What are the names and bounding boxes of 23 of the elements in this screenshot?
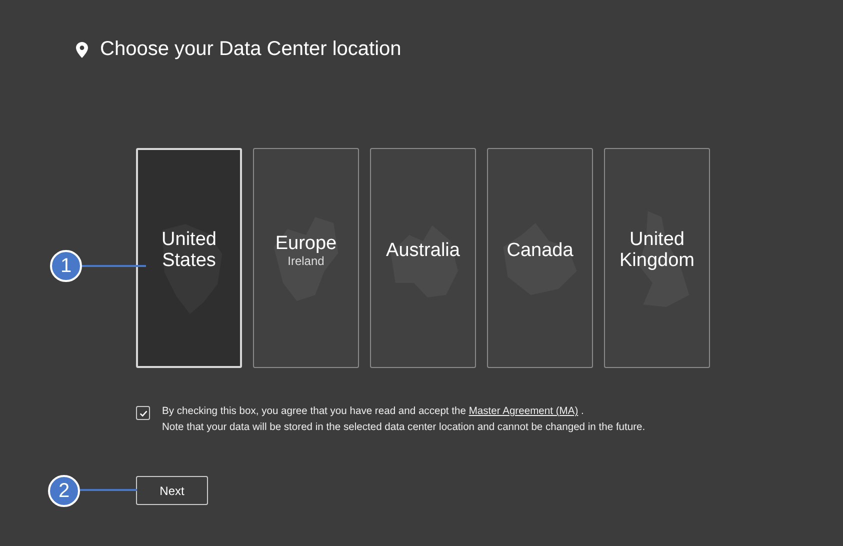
location-name: Australia	[386, 240, 460, 260]
callout-badge: 1	[50, 250, 82, 282]
master-agreement-link[interactable]: Master Agreement (MA)	[468, 406, 578, 417]
location-pin-icon	[76, 42, 88, 58]
location-card[interactable]: United Kingdom	[604, 148, 710, 368]
leader-line	[80, 489, 137, 491]
location-name: Canada	[506, 240, 574, 260]
callout-badge: 2	[48, 475, 80, 507]
location-card[interactable]: Canada	[487, 148, 593, 368]
location-card[interactable]: United States	[136, 148, 242, 368]
location-card[interactable]: Australia	[370, 148, 476, 368]
location-subtitle: Ireland	[288, 254, 324, 268]
page-title: Choose your Data Center location	[100, 38, 402, 61]
location-card[interactable]: Europe Ireland	[253, 148, 359, 368]
check-icon	[138, 408, 148, 418]
agreement-text: By checking this box, you agree that you have read and accept the Master Agreement (MA) .	[162, 405, 585, 419]
location-name: United Kingdom	[618, 229, 696, 271]
leader-line	[82, 265, 146, 267]
next-button[interactable]: Next	[136, 476, 208, 505]
location-name: United States	[160, 229, 218, 271]
agreement-note: Note that your data will be stored in the selected data center location and cannot be changed in the future.	[162, 421, 646, 435]
location-name: Europe	[275, 232, 337, 254]
agreement-checkbox[interactable]	[136, 406, 150, 420]
